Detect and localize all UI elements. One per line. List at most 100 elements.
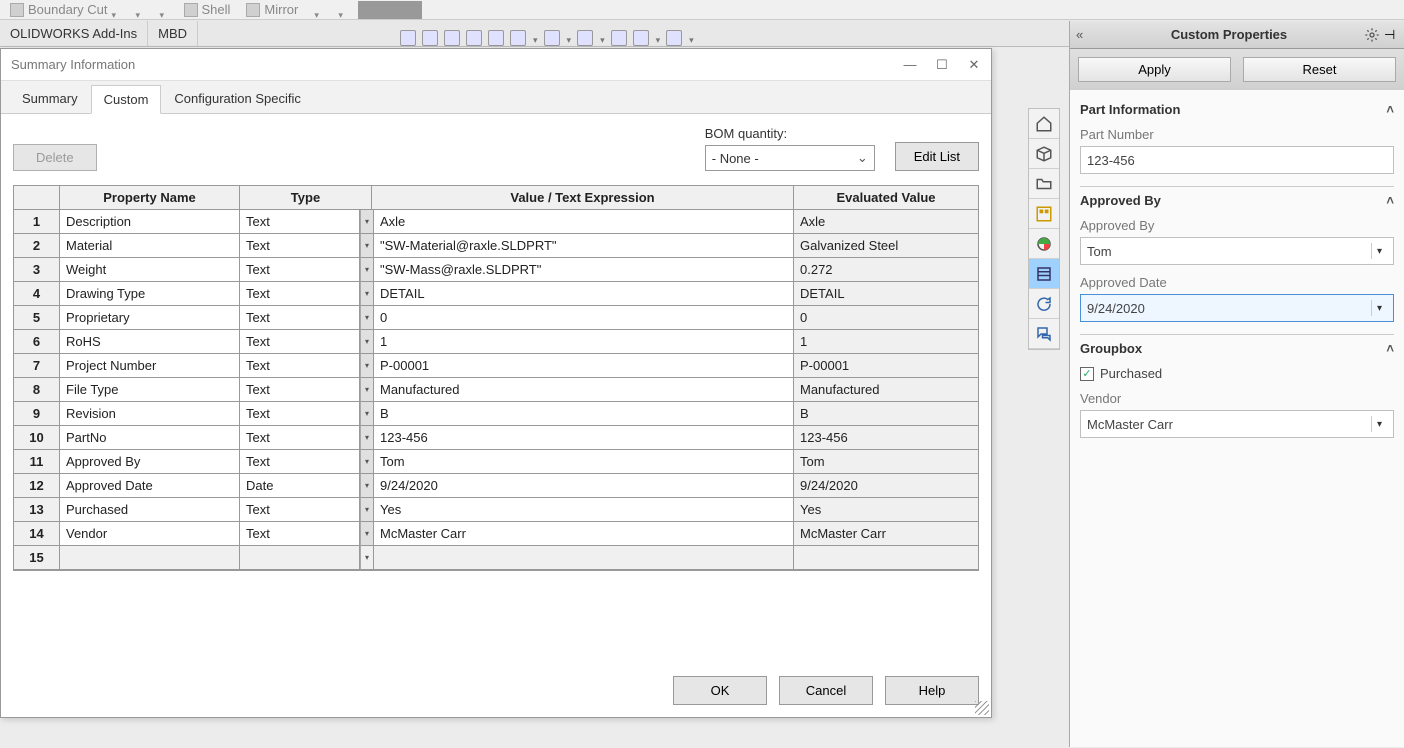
cell-property-name[interactable]: Revision [60,402,240,426]
tool-mirror[interactable]: Mirror [242,1,302,19]
type-dropdown[interactable] [360,426,374,450]
cell-property-name[interactable]: PartNo [60,426,240,450]
section-groupbox[interactable]: Groupbox [1080,341,1394,356]
cell-type[interactable]: Text [240,426,360,450]
cell-value[interactable]: DETAIL [374,282,794,306]
table-row[interactable]: 6RoHSText11 [14,330,978,354]
home-icon[interactable] [1029,109,1059,139]
tool-slot-4[interactable] [334,1,350,19]
table-row[interactable]: 1DescriptionTextAxleAxle [14,210,978,234]
type-dropdown[interactable] [360,330,374,354]
type-dropdown[interactable] [360,402,374,426]
tool-boundary-cut[interactable]: Boundary Cut [6,1,124,19]
tool-slot-3[interactable] [310,1,326,19]
dropdown-icon[interactable] [160,6,168,14]
cell-type[interactable]: Text [240,282,360,306]
delete-button[interactable]: Delete [13,144,97,171]
cell-type[interactable]: Text [240,378,360,402]
cell-value[interactable]: Tom [374,450,794,474]
maximize-icon[interactable]: ☐ [935,58,949,72]
cell-property-name[interactable]: Description [60,210,240,234]
cell-property-name[interactable]: Drawing Type [60,282,240,306]
cell-value[interactable]: "SW-Mass@raxle.SLDPRT" [374,258,794,282]
tool-slot-2[interactable] [156,1,172,19]
cell-type[interactable]: Text [240,450,360,474]
tool-slot-1[interactable] [132,1,148,19]
cell-property-name[interactable]: Project Number [60,354,240,378]
view-icon[interactable] [577,30,593,46]
custom-properties-icon[interactable] [1029,259,1059,289]
minimize-icon[interactable]: — [903,58,917,72]
table-row[interactable]: 13PurchasedTextYesYes [14,498,978,522]
type-dropdown[interactable] [360,306,374,330]
part-number-input[interactable]: 123-456 [1080,146,1394,174]
cell-value[interactable]: 9/24/2020 [374,474,794,498]
purchased-checkbox[interactable] [1080,367,1094,381]
apply-button[interactable]: Apply [1078,57,1231,82]
cell-property-name[interactable]: RoHS [60,330,240,354]
approved-by-select[interactable]: Tom [1080,237,1394,265]
table-row-placeholder[interactable]: 15 [14,546,978,570]
view-icon[interactable] [422,30,438,46]
cell-type[interactable]: Text [240,306,360,330]
cancel-button[interactable]: Cancel [779,676,873,705]
cell-value[interactable]: "SW-Material@raxle.SLDPRT" [374,234,794,258]
edit-list-button[interactable]: Edit List [895,142,979,171]
cell-type[interactable]: Text [240,330,360,354]
type-dropdown[interactable] [360,234,374,258]
cell-type[interactable]: Date [240,474,360,498]
cell-property-name[interactable]: Purchased [60,498,240,522]
section-approved[interactable]: Approved By [1080,193,1394,208]
type-dropdown[interactable] [360,498,374,522]
cell-value[interactable]: P-00001 [374,354,794,378]
active-tool-slot[interactable] [358,1,422,19]
dropdown-icon[interactable] [688,31,694,46]
cell-property-name[interactable]: Vendor [60,522,240,546]
cell-value[interactable]: 123-456 [374,426,794,450]
cell-value[interactable]: B [374,402,794,426]
cell-value[interactable]: 1 [374,330,794,354]
cell-type[interactable]: Text [240,498,360,522]
view-icon[interactable] [611,30,627,46]
table-row[interactable]: 9RevisionTextBB [14,402,978,426]
cell-value[interactable]: Yes [374,498,794,522]
type-dropdown[interactable] [360,210,374,234]
cell-property-name[interactable]: Weight [60,258,240,282]
dropdown-icon[interactable] [532,31,538,46]
bom-quantity-select[interactable]: - None - [705,145,875,171]
type-dropdown[interactable] [360,546,374,570]
dropdown-icon[interactable] [136,6,144,14]
section-part-info[interactable]: Part Information [1080,102,1394,117]
table-row[interactable]: 11Approved ByTextTomTom [14,450,978,474]
table-row[interactable]: 4Drawing TypeTextDETAILDETAIL [14,282,978,306]
type-dropdown[interactable] [360,474,374,498]
gear-icon[interactable] [1364,27,1380,43]
cell-type[interactable]: Text [240,354,360,378]
dropdown-icon[interactable] [112,6,120,14]
view-icon[interactable] [488,30,504,46]
cell-value[interactable]: 0 [374,306,794,330]
table-row[interactable]: 5ProprietaryText00 [14,306,978,330]
cell-value[interactable]: Axle [374,210,794,234]
cell-type[interactable]: Text [240,522,360,546]
table-row[interactable]: 12Approved DateDate9/24/20209/24/2020 [14,474,978,498]
dropdown-icon[interactable] [655,31,661,46]
table-row[interactable]: 3WeightText"SW-Mass@raxle.SLDPRT"0.272 [14,258,978,282]
tab-addins[interactable]: OLIDWORKS Add-Ins [0,21,148,46]
cell-value[interactable]: Manufactured [374,378,794,402]
cell-type[interactable]: Text [240,258,360,282]
cell-type[interactable]: Text [240,402,360,426]
view-icon[interactable] [666,30,682,46]
resize-grip[interactable] [975,701,989,715]
cell-type[interactable]: Text [240,210,360,234]
folder-icon[interactable] [1029,169,1059,199]
tab-summary[interactable]: Summary [9,84,91,113]
forum-icon[interactable] [1029,319,1059,349]
table-row[interactable]: 10PartNoText123-456123-456 [14,426,978,450]
table-row[interactable]: 14VendorTextMcMaster CarrMcMaster Carr [14,522,978,546]
cell-property-name[interactable] [60,546,240,570]
type-dropdown[interactable] [360,522,374,546]
close-icon[interactable]: ✕ [967,58,981,72]
reset-button[interactable]: Reset [1243,57,1396,82]
type-dropdown[interactable] [360,378,374,402]
